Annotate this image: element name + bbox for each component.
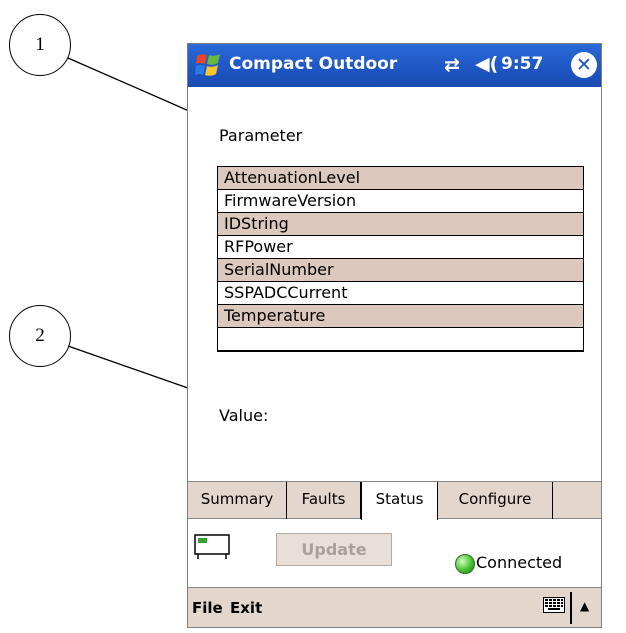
list-item[interactable]: Temperature (218, 305, 583, 328)
device-icon (194, 534, 230, 559)
menu-file[interactable]: File (192, 599, 223, 617)
parameter-list[interactable]: AttenuationLevel FirmwareVersion IDStrin… (217, 166, 584, 352)
list-item[interactable]: SerialNumber (218, 259, 583, 282)
clock[interactable]: 9:57 (501, 54, 543, 74)
tab-summary[interactable]: Summary (188, 482, 287, 519)
callout-2-arrow (67, 345, 207, 397)
title-bar: Compact Outdoor ⇄ ◀( 9:57 ✕ (188, 44, 601, 87)
close-button[interactable]: ✕ (571, 52, 597, 78)
menu-exit[interactable]: Exit (230, 599, 262, 617)
status-dot-icon (455, 554, 475, 574)
sip-separator (570, 592, 572, 624)
callout-1-arrow (67, 57, 207, 120)
callout-2: 2 (9, 305, 71, 367)
list-item-empty[interactable] (218, 328, 583, 351)
list-item[interactable]: RFPower (218, 236, 583, 259)
close-icon: ✕ (576, 53, 592, 76)
speaker-icon[interactable]: ◀( (475, 53, 498, 75)
sip-arrow-up-icon[interactable]: ▲ (580, 599, 589, 613)
list-item[interactable]: IDString (218, 213, 583, 236)
device-screen: Compact Outdoor ⇄ ◀( 9:57 ✕ Parameter At… (187, 43, 602, 628)
connectivity-arrows-icon[interactable]: ⇄ (444, 54, 460, 76)
app-title: Compact Outdoor (229, 54, 398, 74)
list-item[interactable]: SSPADCCurrent (218, 282, 583, 305)
callout-1: 1 (9, 14, 71, 76)
list-item[interactable]: FirmwareVersion (218, 190, 583, 213)
connection-status: Connected (476, 553, 563, 572)
parameter-label: Parameter (219, 126, 303, 145)
menu-bar: File Exit ▲ (188, 587, 601, 627)
update-button[interactable]: Update (276, 533, 392, 566)
tab-status[interactable]: Status (361, 482, 438, 520)
tab-strip: Summary Faults Status Configure (188, 481, 601, 520)
list-item[interactable]: AttenuationLevel (218, 167, 583, 190)
windows-flag-icon[interactable] (194, 50, 224, 80)
tab-configure[interactable]: Configure (438, 482, 553, 519)
value-label: Value: (219, 406, 269, 425)
tab-faults[interactable]: Faults (287, 482, 361, 519)
keyboard-icon[interactable] (543, 597, 565, 613)
